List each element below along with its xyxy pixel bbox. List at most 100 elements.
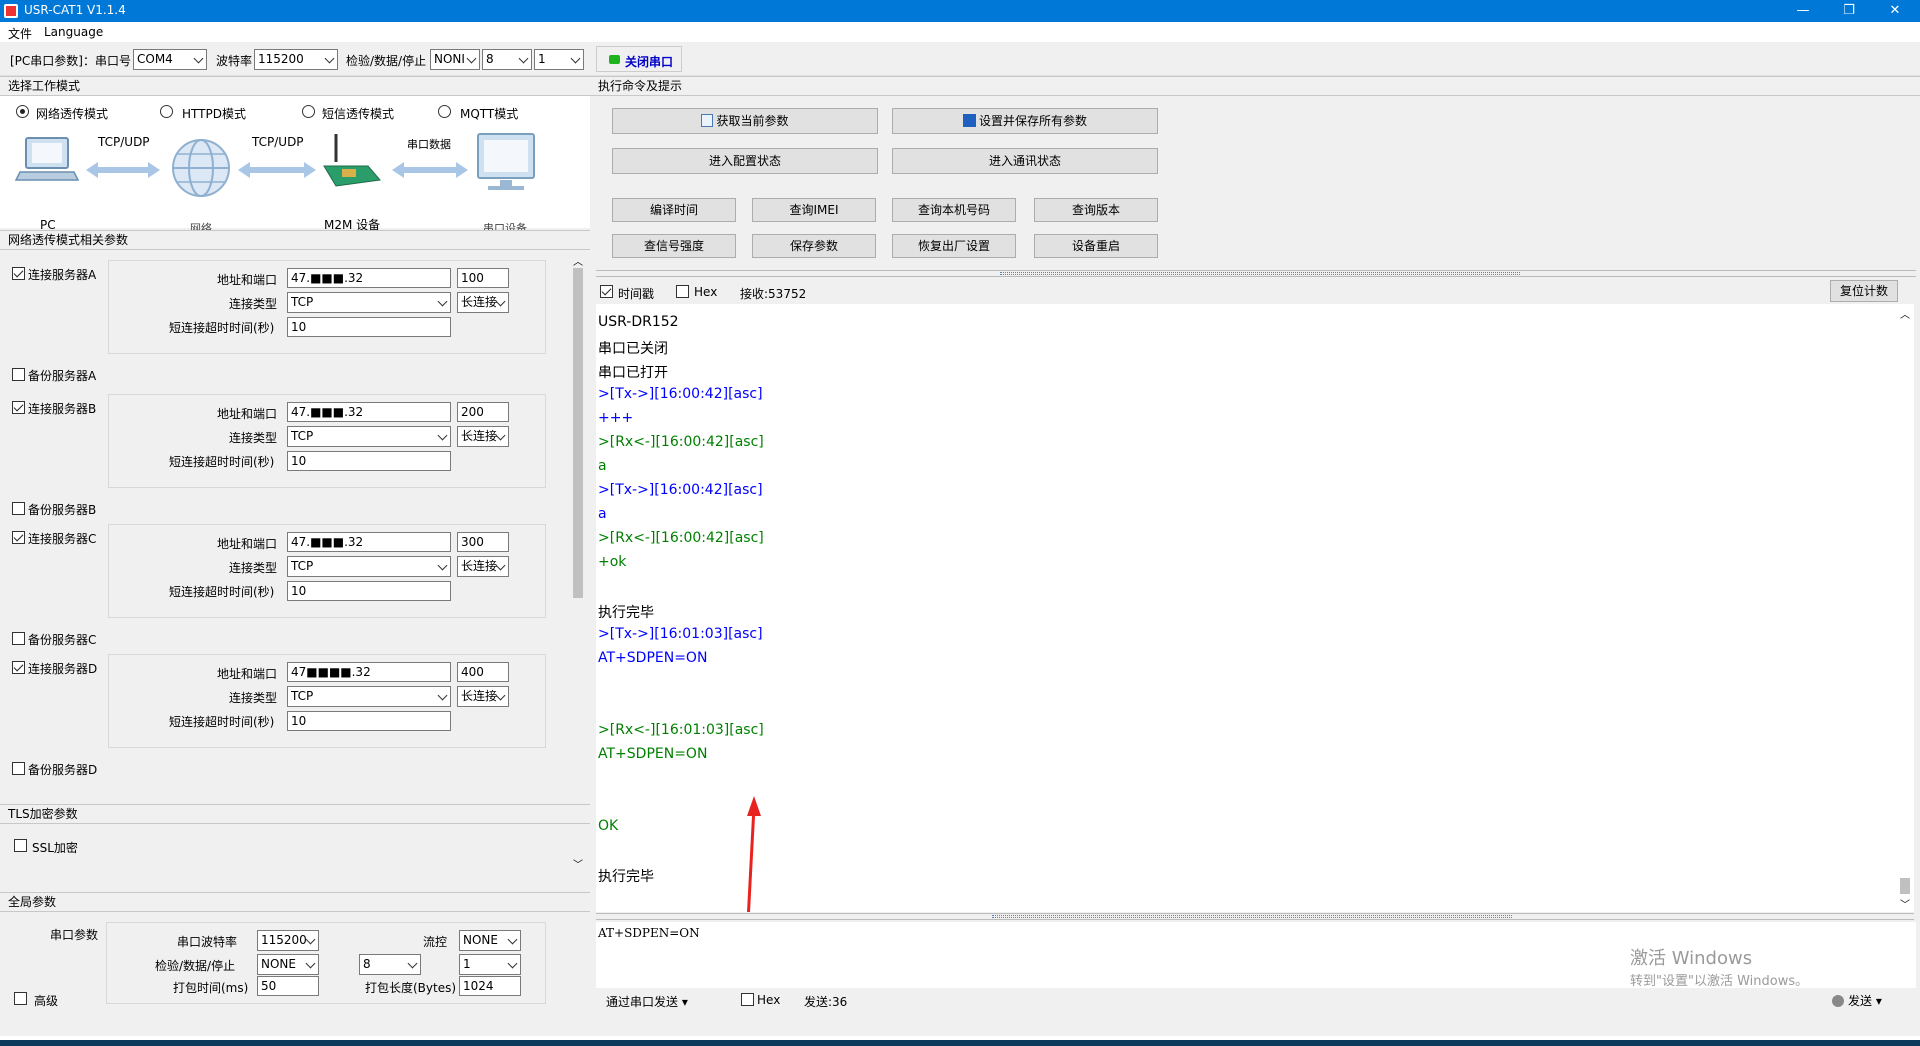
type-select[interactable]: TCP <box>287 556 451 577</box>
double-arrow-icon <box>392 162 468 178</box>
timeout-input[interactable]: 10 <box>287 581 451 601</box>
enter-comm-button[interactable]: 进入通讯状态 <box>892 148 1158 174</box>
server-checkbox[interactable] <box>12 531 25 544</box>
pack-len-input[interactable]: 1024 <box>459 976 521 996</box>
net-params-header: 网络透传模式相关参数 <box>0 230 590 250</box>
timeout-label: 短连接超时时间(秒) <box>169 585 275 599</box>
timeout-label: 短连接超时时间(秒) <box>169 715 275 729</box>
lower-splitter[interactable] <box>596 913 1914 920</box>
server-checkbox[interactable] <box>12 401 25 414</box>
type-select[interactable]: TCP <box>287 426 451 447</box>
send-via-dropdown[interactable]: 通过串口发送 ▾ <box>606 993 688 1010</box>
timestamp-label: 时间戳 <box>618 287 655 301</box>
backup-label: 备份服务器B <box>28 503 97 517</box>
port-input[interactable]: 200 <box>457 402 509 422</box>
mode-select[interactable]: 长连接 <box>457 556 509 577</box>
close-button[interactable]: ✕ <box>1872 0 1918 22</box>
send-button[interactable]: 发送 ▾ <box>1832 992 1882 1009</box>
timestamp-checkbox[interactable] <box>600 285 613 298</box>
work-mode-area: 网络透传模式 HTTPD模式 短信透传模式 MQTT模式 PC 网络 M2M 设… <box>0 96 590 235</box>
global-stopbits-select[interactable]: 1 <box>459 954 521 975</box>
timeout-input[interactable]: 10 <box>287 317 451 337</box>
reset-count-button[interactable]: 复位计数 <box>1830 280 1898 302</box>
backup-checkbox[interactable] <box>12 502 25 515</box>
port-input[interactable]: 100 <box>457 268 509 288</box>
scroll-thumb[interactable] <box>573 268 583 598</box>
mode-select[interactable]: 长连接 <box>457 426 509 447</box>
timeout-input[interactable]: 10 <box>287 711 451 731</box>
window-title: USR-CAT1 V1.1.4 <box>24 3 126 17</box>
global-parity-select[interactable]: NONE <box>257 954 319 975</box>
advanced-checkbox[interactable] <box>14 992 27 1005</box>
mode-label-mqtt: MQTT模式 <box>460 107 519 121</box>
receive-log[interactable]: >[Rx<-][15:59:53][asc] USR-DR152 串口已关闭串口已打… <box>596 304 1896 912</box>
flow-select[interactable]: NONE <box>459 930 521 951</box>
databits-select[interactable]: 8 <box>482 49 532 70</box>
addr-input[interactable]: 47■■■■.32 <box>287 662 451 682</box>
global-baud-select[interactable]: 115200 <box>257 930 319 951</box>
app-icon <box>4 4 18 18</box>
scroll-down-icon[interactable]: ﹀ <box>1900 896 1910 911</box>
server-label: 连接服务器B <box>28 402 97 416</box>
scroll-down-icon[interactable]: ﹀ <box>573 856 583 871</box>
mode-radio-mqtt[interactable] <box>438 105 451 118</box>
command-button[interactable]: 查信号强度 <box>612 234 736 258</box>
maximize-button[interactable]: ❐ <box>1826 0 1872 22</box>
log-line: USR-DR152 <box>598 314 679 330</box>
pack-time-input[interactable]: 50 <box>257 976 319 996</box>
command-button[interactable]: 查询版本 <box>1034 198 1158 222</box>
server-checkbox[interactable] <box>12 661 25 674</box>
addr-input[interactable]: 47.■■■.32 <box>287 532 451 552</box>
server-group: 地址和端口 47.■■■.32 200 连接类型 TCP 长连接 短连接超时时间… <box>108 394 546 488</box>
send-textbox[interactable]: AT+SDPEN=ON <box>598 926 700 940</box>
command-button[interactable]: 设备重启 <box>1034 234 1158 258</box>
backup-checkbox[interactable] <box>12 368 25 381</box>
command-button[interactable]: 查询IMEI <box>752 198 876 222</box>
stopbits-select[interactable]: 1 <box>534 49 584 70</box>
net-params-scrollbar[interactable]: ︿ ﹀ <box>569 252 587 872</box>
baud-select[interactable]: 115200 <box>254 49 338 70</box>
port-input[interactable]: 400 <box>457 662 509 682</box>
menu-language[interactable]: Language <box>44 25 103 39</box>
port-input[interactable]: 300 <box>457 532 509 552</box>
menu-file[interactable]: 文件 <box>8 25 32 42</box>
ssl-checkbox[interactable] <box>14 839 27 852</box>
backup-checkbox[interactable] <box>12 632 25 645</box>
command-button[interactable]: 编译时间 <box>612 198 736 222</box>
mode-select[interactable]: 长连接 <box>457 686 509 707</box>
backup-checkbox[interactable] <box>12 762 25 775</box>
addr-input[interactable]: 47.■■■.32 <box>287 268 451 288</box>
log-scrollbar[interactable]: ︿ ﹀ <box>1896 304 1914 912</box>
addr-input[interactable]: 47.■■■.32 <box>287 402 451 422</box>
scroll-up-icon[interactable]: ︿ <box>1900 306 1910 321</box>
close-port-button[interactable]: 关闭串口 <box>596 46 682 72</box>
enter-config-button[interactable]: 进入配置状态 <box>612 148 878 174</box>
type-select[interactable]: TCP <box>287 292 451 313</box>
command-button[interactable]: 保存参数 <box>752 234 876 258</box>
hex-send-checkbox[interactable] <box>741 993 754 1006</box>
port-select[interactable]: COM4 <box>133 49 207 70</box>
get-params-button[interactable]: 获取当前参数 <box>612 108 878 134</box>
type-select[interactable]: TCP <box>287 686 451 707</box>
mode-radio-net[interactable] <box>16 105 29 118</box>
scroll-thumb[interactable] <box>1900 878 1910 894</box>
server-checkbox[interactable] <box>12 267 25 280</box>
diagram-label-tcpudp-1: TCP/UDP <box>98 135 150 149</box>
set-save-button[interactable]: 设置并保存所有参数 <box>892 108 1158 134</box>
mode-radio-sms[interactable] <box>302 105 315 118</box>
scroll-up-icon[interactable]: ︿ <box>573 253 583 268</box>
command-button[interactable]: 恢复出厂设置 <box>892 234 1016 258</box>
command-button[interactable]: 查询本机号码 <box>892 198 1016 222</box>
log-line: 执行完毕 <box>598 869 654 885</box>
timeout-input[interactable]: 10 <box>287 451 451 471</box>
status-led-icon <box>609 55 620 64</box>
hex-recv-checkbox[interactable] <box>676 285 689 298</box>
double-arrow-icon <box>86 162 160 178</box>
upper-splitter[interactable] <box>596 270 1916 277</box>
flow-label: 流控 <box>423 935 448 949</box>
mode-select[interactable]: 长连接 <box>457 292 509 313</box>
parity-select[interactable]: NONI <box>430 49 480 70</box>
global-databits-select[interactable]: 8 <box>359 954 421 975</box>
minimize-button[interactable]: — <box>1780 0 1826 22</box>
mode-radio-httpd[interactable] <box>160 105 173 118</box>
